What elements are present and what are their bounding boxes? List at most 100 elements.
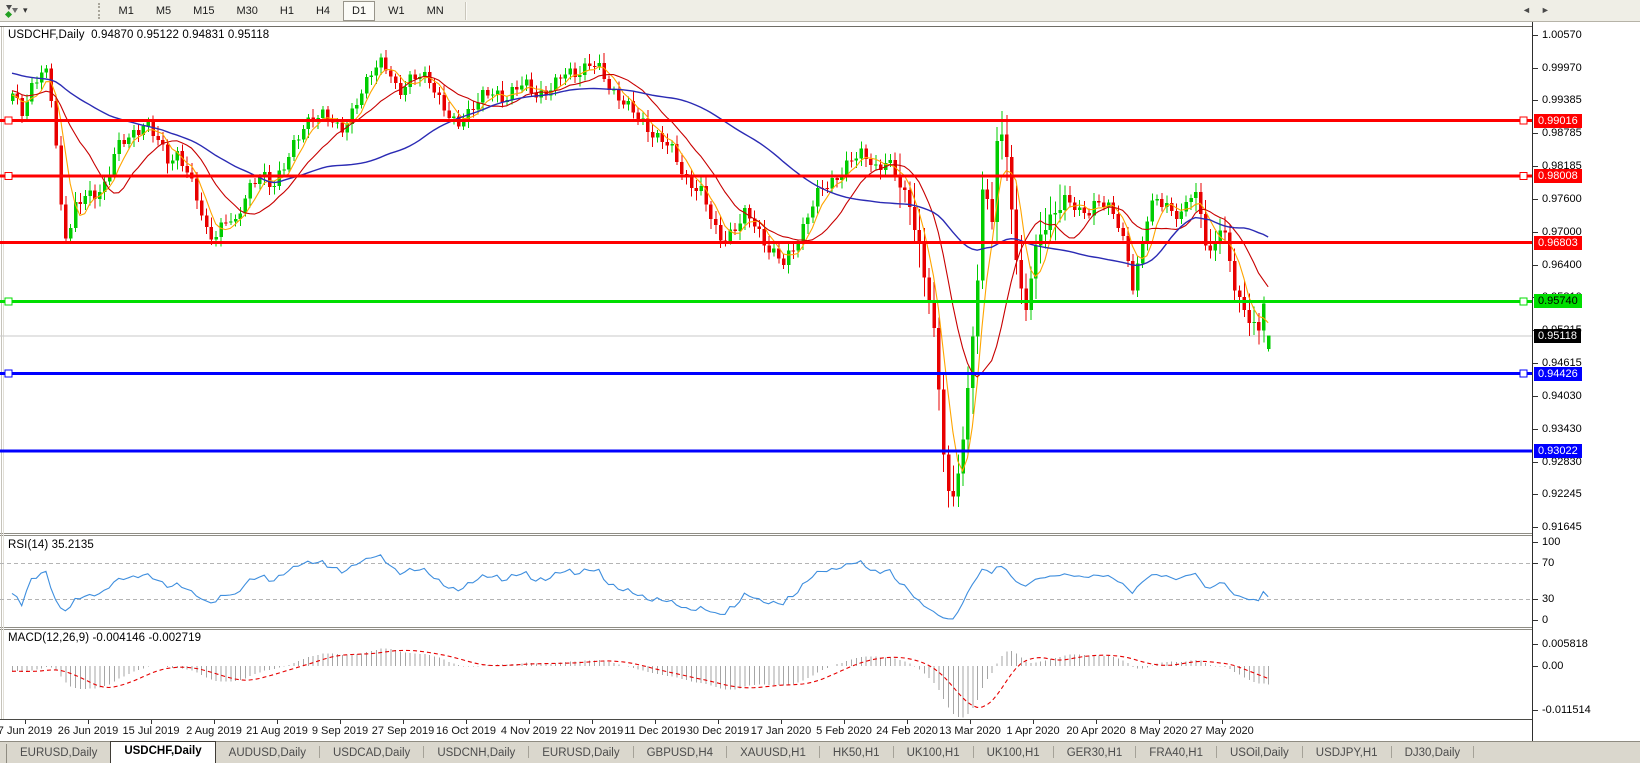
candle-body (966, 388, 970, 439)
candle-body (636, 113, 640, 119)
candlestick-series (11, 50, 1271, 508)
date-tick-mark (403, 720, 404, 724)
chart-canvas[interactable] (0, 22, 1532, 719)
candle-body (491, 95, 495, 96)
price-tick-label: 0.96400 (1542, 259, 1582, 271)
candle-body (860, 149, 864, 159)
price-line-handle[interactable] (1520, 117, 1527, 124)
candle-body (869, 159, 873, 165)
price-tick-label: 0.99385 (1542, 94, 1582, 106)
candle-body (772, 248, 776, 252)
candle-body (1184, 202, 1188, 212)
timeframe-button-group: M1M5M15M30H1H4D1W1MN (108, 1, 455, 21)
timeframe-button-H4[interactable]: H4 (307, 1, 339, 21)
price-line-handle[interactable] (1520, 173, 1527, 180)
price-line-handle[interactable] (1520, 370, 1527, 377)
tab-UK100-H1[interactable]: UK100,H1 (894, 744, 973, 763)
candle-body (1049, 215, 1053, 230)
price-line-handle[interactable] (1520, 298, 1527, 305)
candle-body (1015, 209, 1019, 260)
candle-body (481, 90, 485, 102)
tab-scroll-right-icon[interactable]: ► (1541, 5, 1560, 15)
candle-body (1155, 199, 1159, 201)
macd-axis-tick (1533, 644, 1538, 645)
candle-body (379, 58, 383, 68)
candle-body (1146, 222, 1150, 243)
candle-body (767, 245, 771, 252)
candle-body (1141, 242, 1145, 263)
tab-USDCNH-Daily[interactable]: USDCNH,Daily (424, 744, 528, 763)
price-line-handle[interactable] (5, 298, 12, 305)
candle-body (782, 259, 786, 265)
date-label: 22 Nov 2019 (561, 725, 623, 737)
timeframe-button-H1[interactable]: H1 (271, 1, 303, 21)
tab-XAUUSD-H1[interactable]: XAUUSD,H1 (727, 744, 819, 763)
timeframe-button-M1[interactable]: M1 (110, 1, 143, 21)
date-tick-mark (655, 720, 656, 724)
price-tick-label: 0.92245 (1542, 488, 1582, 500)
timeframe-button-M5[interactable]: M5 (147, 1, 180, 21)
rsi-axis-label: 100 (1542, 536, 1560, 548)
candle-body (1199, 192, 1203, 214)
main-chart-pane (0, 50, 1532, 508)
date-tick-mark (214, 720, 215, 724)
tab-USOil-Daily[interactable]: USOil,Daily (1217, 744, 1302, 763)
tab-GBPUSD-H4[interactable]: GBPUSD,H4 (634, 744, 726, 763)
candle-body (1044, 230, 1048, 235)
timeframe-button-MN[interactable]: MN (418, 1, 453, 21)
tab-DJ30-Daily[interactable]: DJ30,Daily (1392, 744, 1474, 763)
tab-AUDUSD-Daily[interactable]: AUDUSD,Daily (216, 744, 319, 763)
candle-body (1233, 261, 1237, 291)
tab-GER30-H1[interactable]: GER30,H1 (1054, 744, 1136, 763)
candle-body (811, 207, 815, 218)
timeframe-button-M15[interactable]: M15 (184, 1, 223, 21)
candle-body (680, 162, 684, 174)
price-axis[interactable]: 1.005700.999700.993850.987850.981850.976… (1532, 22, 1640, 741)
tab-USDJPY-H1[interactable]: USDJPY,H1 (1303, 744, 1391, 763)
tab-EURUSD-Daily[interactable]: EURUSD,Daily (529, 744, 632, 763)
chart-window: USDCHF,Daily 0.94870 0.95122 0.94831 0.9… (0, 22, 1640, 741)
candle-body (219, 222, 223, 237)
tab-USDCAD-Daily[interactable]: USDCAD,Daily (320, 744, 423, 763)
candle-body (486, 90, 490, 95)
candle-body (714, 219, 718, 225)
price-level-badge-0.94426: 0.94426 (1534, 367, 1582, 381)
candle-body (1102, 202, 1106, 207)
chart-tools-icon[interactable] (3, 3, 20, 19)
timeframe-button-M30[interactable]: M30 (228, 1, 267, 21)
timeframe-button-W1[interactable]: W1 (379, 1, 414, 21)
axis-tick-mark (1533, 232, 1538, 233)
tab-EURUSD-Daily[interactable]: EURUSD,Daily (7, 744, 110, 763)
price-line-handle[interactable] (5, 117, 12, 124)
price-line-handle[interactable] (5, 173, 12, 180)
chevron-down-icon[interactable]: ▾ (23, 5, 28, 16)
price-line-handle[interactable] (5, 370, 12, 377)
date-tick-mark (1222, 720, 1223, 724)
timeframe-button-D1[interactable]: D1 (343, 1, 375, 21)
candle-body (1117, 214, 1121, 228)
tab-UK100-H1[interactable]: UK100,H1 (974, 744, 1053, 763)
candle-body (578, 75, 582, 77)
tab-USDCHF-Daily[interactable]: USDCHF,Daily (110, 741, 215, 763)
candle-body (593, 66, 597, 67)
candle-body (1112, 203, 1116, 214)
date-tick-mark (277, 720, 278, 724)
price-tick-label: 0.93430 (1542, 423, 1582, 435)
axis-tick-mark (1533, 199, 1538, 200)
candle-body (1058, 210, 1062, 213)
candle-body (1087, 213, 1091, 215)
candle-body (598, 63, 602, 67)
candle-body (442, 95, 446, 111)
tab-scroll-left-icon[interactable]: ◄ (1522, 5, 1541, 15)
candle-body (1029, 279, 1033, 310)
candle-body (84, 196, 88, 204)
tab-FRA40-H1[interactable]: FRA40,H1 (1136, 744, 1216, 763)
candle-body (1054, 213, 1058, 215)
axis-tick-mark (1533, 166, 1538, 167)
candle-body (947, 454, 951, 491)
date-axis[interactable]: 7 Jun 201926 Jun 201915 Jul 20192 Aug 20… (0, 719, 1532, 741)
tab-HK50-H1[interactable]: HK50,H1 (820, 744, 893, 763)
candle-body (709, 205, 713, 220)
axis-tick-mark (1533, 429, 1538, 430)
candle-body (792, 250, 796, 251)
